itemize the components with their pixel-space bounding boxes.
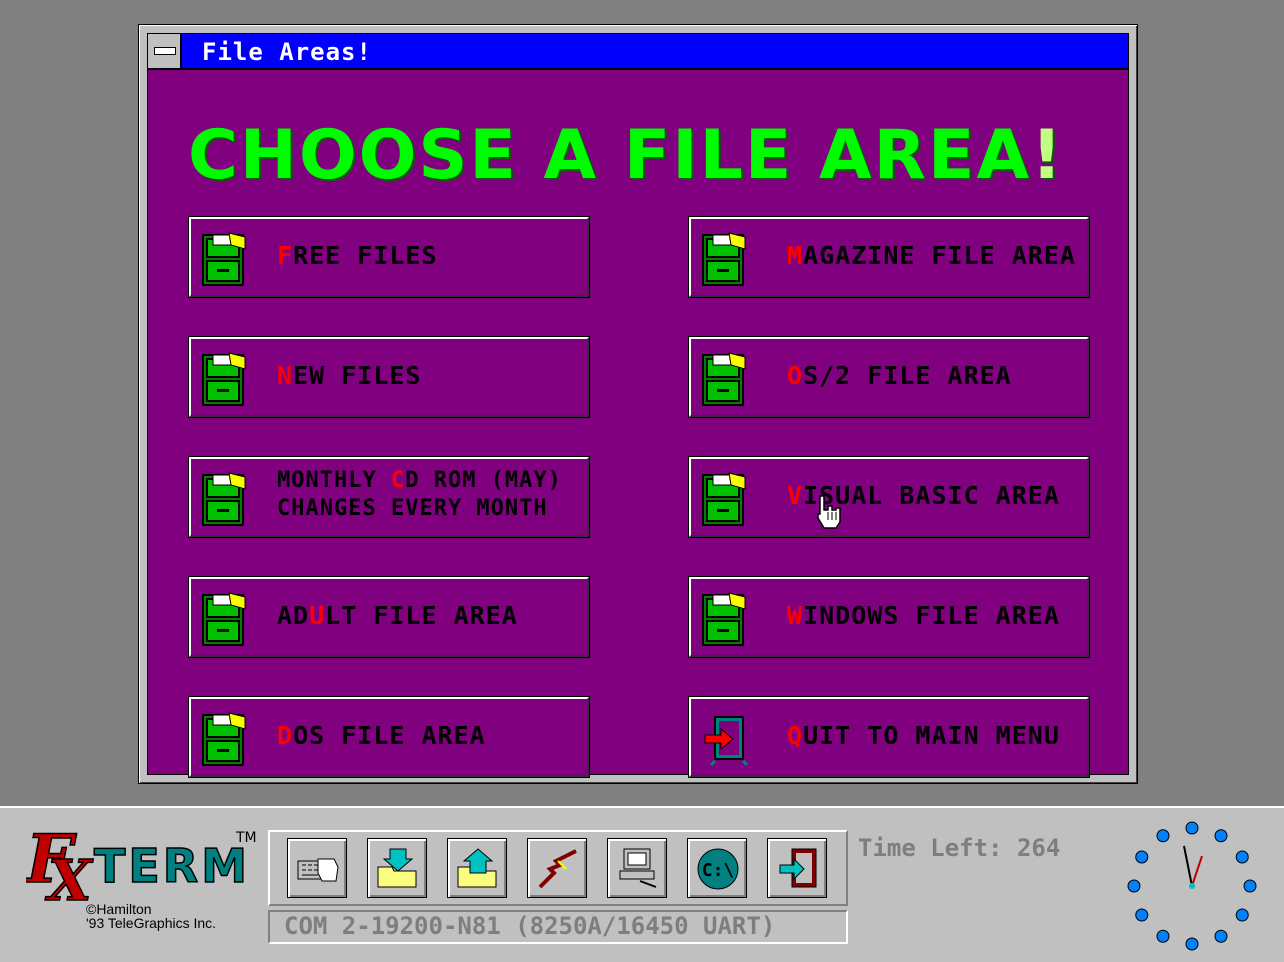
headline-text: CHOOSE A FILE AREA <box>188 116 1032 195</box>
window-title: File Areas! <box>202 38 372 66</box>
file-cabinet-icon <box>202 592 246 646</box>
clock-dot <box>1214 829 1228 843</box>
area-label: QUIT TO MAIN MENU <box>787 721 1060 750</box>
area-label: NEW FILES <box>277 361 422 390</box>
file-cabinet-icon <box>202 472 246 526</box>
area-button-free-files[interactable]: FREE FILES <box>188 216 590 298</box>
clock-dot <box>1243 879 1257 893</box>
exit-button[interactable] <box>767 838 827 898</box>
content-area: CHOOSE A FILE AREA! FREE FILES NEW FILES… <box>147 69 1129 778</box>
file-areas-window: File Areas! CHOOSE A FILE AREA! FREE FIL… <box>138 24 1138 784</box>
clock-dot <box>1156 929 1170 943</box>
svg-text:TM: TM <box>235 830 257 846</box>
file-cabinet-icon <box>202 712 246 766</box>
clock-dot <box>1156 829 1170 843</box>
clock-icon <box>1127 821 1257 951</box>
exit-door-icon <box>704 716 749 767</box>
keyboard-button[interactable] <box>287 838 347 898</box>
keyboard-hand-icon <box>297 858 339 882</box>
upload-button[interactable] <box>447 838 507 898</box>
file-cabinet-icon <box>702 352 746 406</box>
broken-cable-icon <box>538 849 577 889</box>
clock-hand <box>1191 855 1203 887</box>
area-label: WINDOWS FILE AREA <box>787 601 1060 630</box>
area-button-magazine-file-area[interactable]: MAGAZINE FILE AREA <box>688 216 1090 298</box>
clock-dot <box>1235 908 1249 922</box>
download-button[interactable] <box>367 838 427 898</box>
area-label: ADULT FILE AREA <box>277 601 518 630</box>
clock-dot <box>1185 937 1199 951</box>
hangup-button[interactable] <box>527 838 587 898</box>
dos-prompt-icon: C:\ <box>697 848 739 890</box>
computer-icon <box>619 848 657 888</box>
file-cabinet-icon <box>202 352 246 406</box>
terminal-button[interactable] <box>607 838 667 898</box>
svg-text:C:\: C:\ <box>702 860 735 881</box>
exit-door-icon <box>779 848 817 888</box>
file-cabinet-icon <box>702 232 746 286</box>
area-label: MAGAZINE FILE AREA <box>787 241 1076 270</box>
area-button-new-files[interactable]: NEW FILES <box>188 336 590 418</box>
clock-dot <box>1135 850 1149 864</box>
hand-pointer-icon <box>817 495 841 529</box>
area-button-quit-to-main-menu[interactable]: QUIT TO MAIN MENU <box>688 696 1090 778</box>
svg-text:TERM: TERM <box>94 839 250 893</box>
file-cabinet-icon <box>702 472 746 526</box>
clock-dot <box>1185 821 1199 835</box>
area-button-dos-file-area[interactable]: DOS FILE AREA <box>188 696 590 778</box>
clock-hand <box>1183 845 1193 887</box>
dos-shell-button[interactable]: C:\ <box>687 838 747 898</box>
clock-dot <box>1135 908 1149 922</box>
area-button-visual-basic-area[interactable]: VISUAL BASIC AREA <box>688 456 1090 538</box>
minimize-icon <box>154 47 176 55</box>
page-title: CHOOSE A FILE AREA! <box>188 116 1098 195</box>
connection-status: COM 2-19200-N81 (8250A/16450 UART) <box>268 910 848 944</box>
time-left-display: Time Left: 264 <box>858 834 1061 862</box>
area-label: DOS FILE AREA <box>277 721 486 750</box>
area-label: FREE FILES <box>277 241 438 270</box>
area-button-windows-file-area[interactable]: WINDOWS FILE AREA <box>688 576 1090 658</box>
file-cabinet-icon <box>202 232 246 286</box>
clock-dot <box>1127 879 1141 893</box>
system-menu-button[interactable] <box>148 34 182 68</box>
clock-dot <box>1235 850 1249 864</box>
area-button-os2-file-area[interactable]: OS/2 FILE AREA <box>688 336 1090 418</box>
area-button-monthly-cd-rom[interactable]: MONTHLY CD ROM (MAY) CHANGES EVERY MONTH <box>188 456 590 538</box>
headline-exclamation: ! <box>1031 116 1065 195</box>
area-label: MONTHLY CD ROM (MAY) CHANGES EVERY MONTH <box>277 468 562 521</box>
clock-center <box>1189 883 1195 889</box>
area-button-adult-file-area[interactable]: ADULT FILE AREA <box>188 576 590 658</box>
download-folder-icon <box>377 848 417 888</box>
upload-folder-icon <box>457 848 497 888</box>
file-cabinet-icon <box>702 592 746 646</box>
clock-dot <box>1214 929 1228 943</box>
title-bar[interactable]: File Areas! <box>147 33 1129 69</box>
area-label: OS/2 FILE AREA <box>787 361 1012 390</box>
copyright-text: ©Hamilton '93 TeleGraphics Inc. <box>86 901 217 931</box>
